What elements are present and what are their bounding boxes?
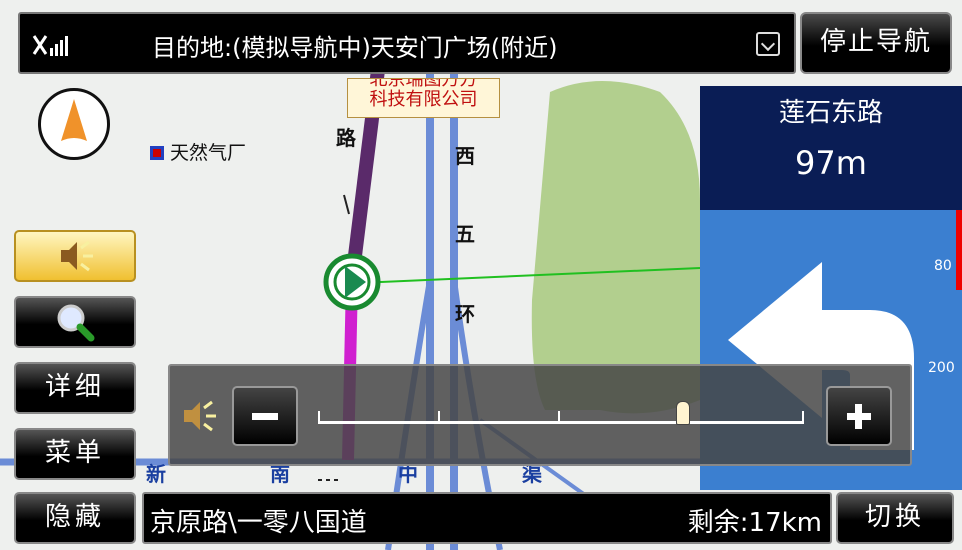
turn-distance: 97m bbox=[795, 144, 867, 182]
volume-thumb[interactable] bbox=[675, 401, 690, 425]
next-road-name: 莲石东路 bbox=[778, 98, 883, 128]
volume-slider[interactable] bbox=[318, 401, 804, 425]
status-bar: 京原路\一零八国道 剩余:17km bbox=[142, 492, 832, 544]
next-turn-info: 莲石东路 97m bbox=[700, 86, 962, 210]
scale-progress bbox=[956, 210, 962, 290]
poi-marker-icon bbox=[150, 146, 164, 160]
magnifier-icon bbox=[57, 304, 95, 342]
map-road-char-1: 路 bbox=[336, 126, 356, 150]
destination-bar[interactable]: 目的地:(模拟导航中)天安门广场(附近) bbox=[18, 12, 796, 74]
map-road-char-4: 环 bbox=[455, 302, 475, 326]
volume-tick bbox=[802, 411, 804, 423]
volume-speaker-icon bbox=[184, 400, 216, 432]
map-road-char-3: 五 bbox=[455, 222, 475, 246]
scale-label-top: 80 bbox=[934, 258, 952, 274]
poi-gas-plant[interactable]: 天然气厂 bbox=[150, 138, 246, 165]
distance-scale-bar bbox=[950, 210, 962, 490]
map-road-char-2: 西 bbox=[455, 144, 475, 168]
menu-button[interactable]: 菜单 bbox=[14, 428, 136, 480]
search-button[interactable] bbox=[14, 296, 136, 348]
sound-button[interactable] bbox=[14, 230, 136, 282]
switch-button[interactable]: 切换 bbox=[836, 492, 954, 544]
current-road: 京原路\一零八国道 bbox=[150, 508, 367, 538]
remaining-distance: 剩余:17km bbox=[687, 508, 822, 538]
company-line-2: 科技有限公司 bbox=[369, 89, 478, 110]
map-tick bbox=[343, 194, 350, 215]
volume-tick bbox=[558, 411, 560, 423]
volume-down-button[interactable] bbox=[232, 386, 298, 446]
company-label: 北京瑞图万方 科技有限公司 bbox=[347, 78, 500, 118]
dropdown-chevron-icon[interactable] bbox=[756, 32, 780, 56]
volume-tick bbox=[438, 411, 440, 423]
detail-button[interactable]: 详细 bbox=[14, 362, 136, 414]
speaker-icon bbox=[61, 240, 93, 272]
gps-signal-icon bbox=[32, 35, 68, 56]
compass-button[interactable] bbox=[38, 88, 110, 160]
map-bottom-char-1: 新 bbox=[146, 462, 166, 486]
scale-label-bottom: 200 bbox=[928, 360, 955, 376]
volume-tick bbox=[318, 411, 320, 423]
hide-button[interactable]: 隐藏 bbox=[14, 492, 136, 544]
stop-navigation-button[interactable]: 停止导航 bbox=[800, 12, 952, 74]
poi-label: 天然气厂 bbox=[170, 142, 247, 164]
destination-text: 目的地:(模拟导航中)天安门广场(附近) bbox=[152, 34, 558, 62]
compass-needle-icon bbox=[61, 99, 87, 141]
volume-panel bbox=[168, 364, 912, 466]
volume-up-button[interactable] bbox=[826, 386, 892, 446]
